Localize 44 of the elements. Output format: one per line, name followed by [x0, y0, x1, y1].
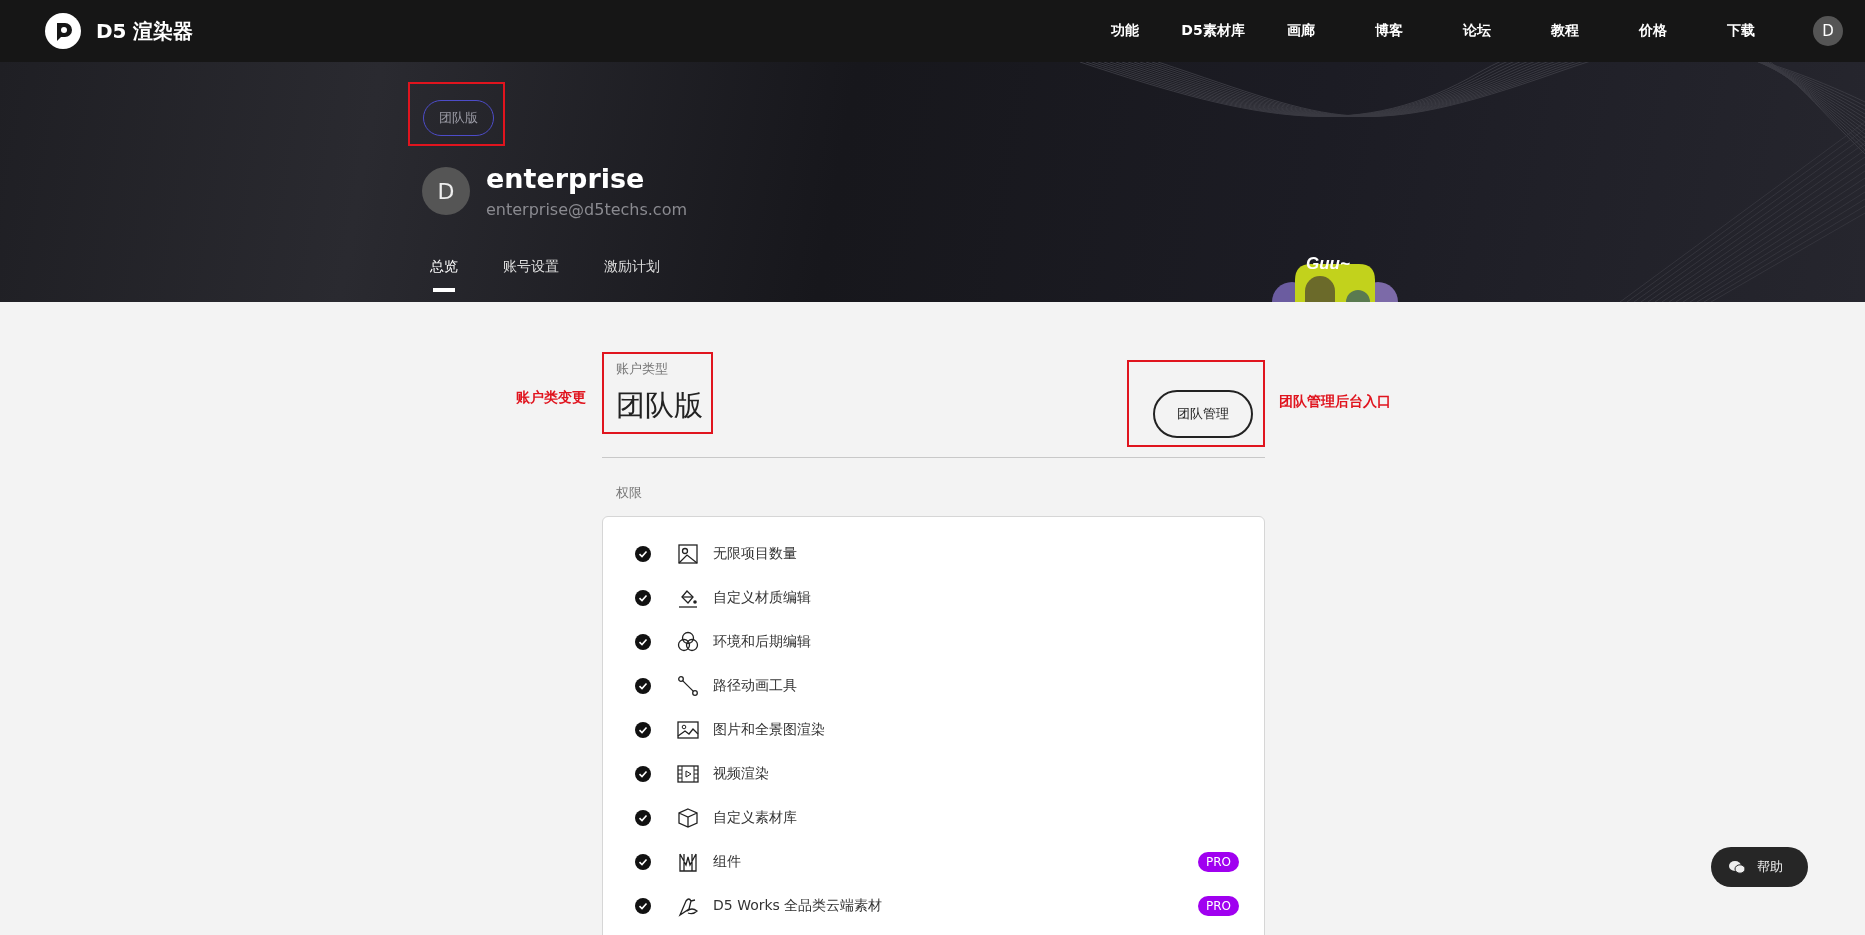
feature-icon: [677, 719, 699, 741]
feature-icon: [677, 763, 699, 785]
permission-label: 组件: [713, 853, 742, 871]
pro-badge: PRO: [1197, 852, 1239, 872]
feature-icon: [677, 851, 699, 873]
user-email: enterprise@d5techs.com: [486, 200, 688, 219]
user-name: enterprise: [486, 163, 646, 194]
nav-link[interactable]: 功能: [1081, 22, 1169, 40]
feature-icon: [677, 543, 699, 565]
user-avatar: D: [422, 167, 470, 215]
chat-icon: [1729, 860, 1745, 874]
nav-link[interactable]: 论坛: [1433, 22, 1521, 40]
user-avatar[interactable]: D: [1813, 16, 1843, 46]
pro-badge: PRO: [1197, 896, 1239, 916]
nav-link[interactable]: 价格: [1609, 22, 1697, 40]
permission-label: 图片和全景图渲染: [713, 721, 826, 739]
brand-name[interactable]: D5 渲染器: [96, 17, 194, 45]
permission-label: D5 Works 全品类云端素材: [713, 897, 884, 915]
permission-label: 无限项目数量: [713, 545, 798, 563]
nav-link[interactable]: 博客: [1345, 22, 1433, 40]
permission-label: 自定义素材库: [713, 809, 798, 827]
tab[interactable]: 激励计划: [598, 257, 666, 292]
feature-icon: [677, 675, 699, 697]
feature-icon: [677, 807, 699, 829]
section-title: 权限: [616, 484, 643, 502]
account-type-label: 账户类型: [616, 360, 669, 378]
annotation-text: 团队管理后台入口: [1279, 393, 1391, 411]
help-button[interactable]: 帮助: [1711, 847, 1808, 887]
annotation-text: 账户类变更: [516, 389, 586, 407]
tab[interactable]: 总览: [424, 257, 464, 292]
permission-label: 自定义材质编辑: [713, 589, 812, 607]
nav-link[interactable]: 下载: [1697, 22, 1785, 40]
permission-label: 环境和后期编辑: [713, 633, 812, 651]
feature-icon: [677, 895, 699, 917]
tab[interactable]: 账号设置: [497, 257, 565, 292]
team-management-button[interactable]: 团队管理: [1153, 390, 1253, 438]
permission-label: 路径动画工具: [713, 677, 798, 695]
nav-link[interactable]: 画廊: [1257, 22, 1345, 40]
account-type-value: 团队版: [616, 387, 703, 424]
permission-label: 视频渲染: [713, 765, 770, 783]
nav-link[interactable]: 教程: [1521, 22, 1609, 40]
feature-icon: [677, 631, 699, 653]
logo-icon: [45, 13, 81, 49]
nav-link[interactable]: D5素材库: [1169, 22, 1257, 40]
